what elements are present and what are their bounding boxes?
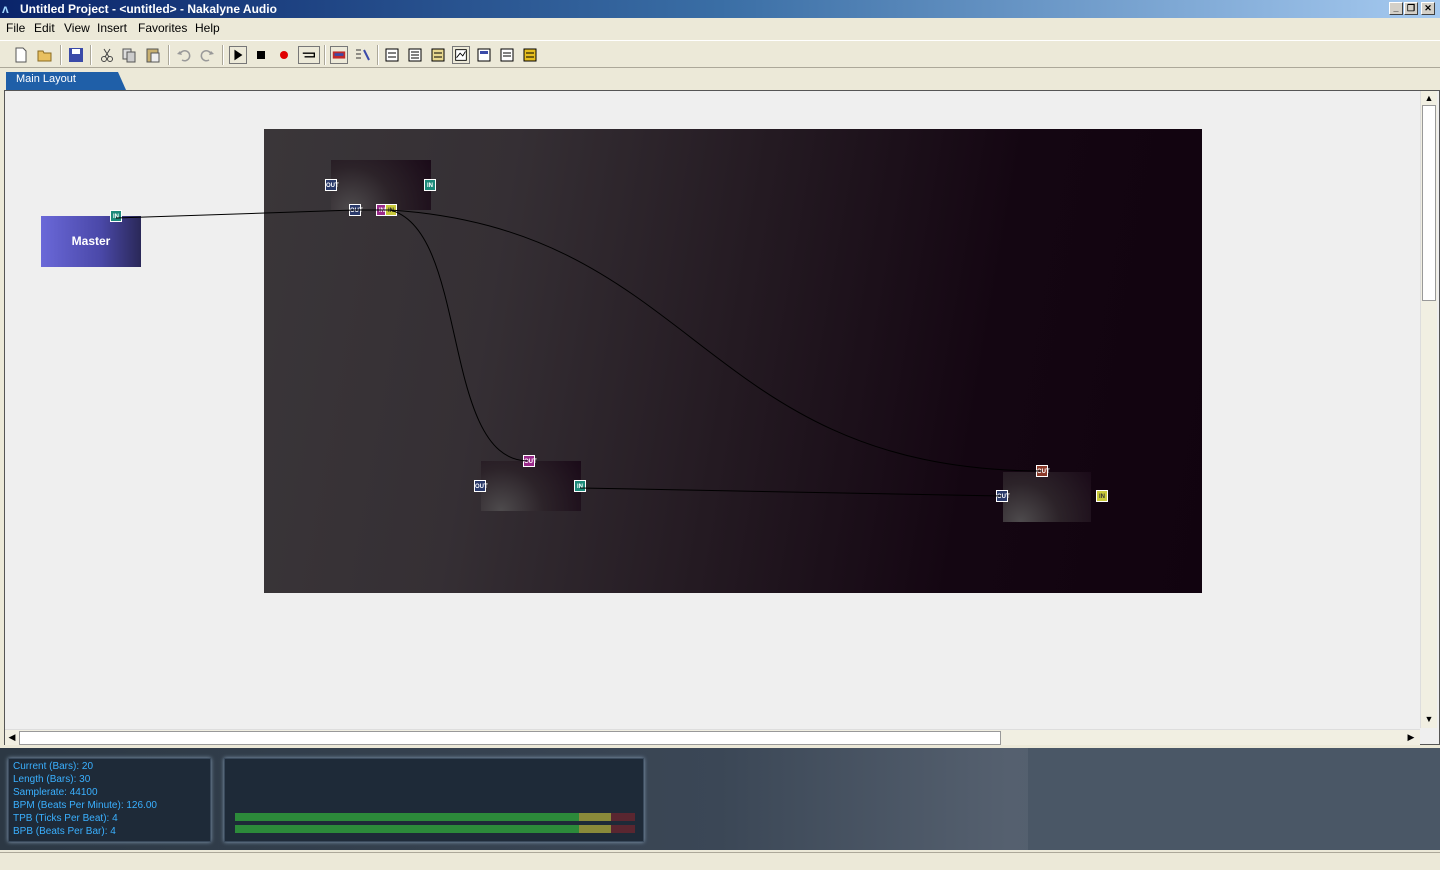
minimize-button[interactable]: _ xyxy=(1389,2,1403,15)
effect-node-1[interactable] xyxy=(331,160,431,210)
info-tpb: TPB (Ticks Per Beat): 4 xyxy=(13,813,118,824)
menu-favorites[interactable]: Favorites xyxy=(138,21,187,35)
vertical-scroll-thumb[interactable] xyxy=(1422,105,1436,301)
menu-help[interactable]: Help xyxy=(195,21,220,35)
restore-button[interactable]: ❐ xyxy=(1404,2,1418,15)
scroll-up-icon[interactable]: ▲ xyxy=(1423,92,1435,104)
window-title: Untitled Project - <untitled> - Nakalyne… xyxy=(20,2,277,16)
info-bpm: BPM (Beats Per Minute): 126.00 xyxy=(13,800,157,811)
mixer-icon[interactable] xyxy=(330,46,348,64)
node1-out-port-a[interactable]: OUT xyxy=(325,179,339,191)
close-button[interactable]: ✕ xyxy=(1421,2,1435,15)
node1-in-port-c[interactable]: IN xyxy=(385,204,397,216)
toolbar-separator xyxy=(222,45,224,65)
toolbar-separator xyxy=(377,45,379,65)
toolbar xyxy=(0,40,1440,68)
cut-icon[interactable] xyxy=(98,46,116,64)
level-meter-box xyxy=(224,758,644,842)
node1-in-port-a[interactable]: IN xyxy=(424,179,436,191)
redo-icon[interactable] xyxy=(198,46,216,64)
new-icon[interactable] xyxy=(12,46,30,64)
node2-out-port-b[interactable]: OUT xyxy=(474,480,488,492)
title-bar[interactable]: ʌ Untitled Project - <untitled> - Nakaly… xyxy=(0,0,1440,18)
horizontal-scroll-thumb[interactable] xyxy=(19,731,1001,745)
node2-out-port-a[interactable]: OUT xyxy=(523,455,537,467)
info-length: Length (Bars): 30 xyxy=(13,774,91,785)
view2-icon[interactable] xyxy=(406,46,424,64)
master-in-port[interactable]: IN xyxy=(110,210,122,222)
undo-icon[interactable] xyxy=(175,46,193,64)
view4-icon[interactable] xyxy=(452,46,470,64)
copy-icon[interactable] xyxy=(120,46,138,64)
scroll-down-icon[interactable]: ▼ xyxy=(1423,713,1435,725)
transport-panel-right xyxy=(1028,748,1440,850)
view7-icon[interactable] xyxy=(521,46,539,64)
master-node[interactable]: Master xyxy=(41,216,141,267)
menu-bar: File Edit View Insert Favorites Help xyxy=(0,19,1440,38)
record-icon[interactable] xyxy=(275,46,293,64)
view5-icon[interactable] xyxy=(475,46,493,64)
effect-node-2[interactable] xyxy=(481,461,581,511)
info-samplerate: Samplerate: 44100 xyxy=(13,787,98,798)
node2-in-port[interactable]: IN xyxy=(574,480,586,492)
menu-view[interactable]: View xyxy=(64,21,90,35)
view1-icon[interactable] xyxy=(383,46,401,64)
toolbar-separator xyxy=(168,45,170,65)
menu-edit[interactable]: Edit xyxy=(34,21,55,35)
status-bar xyxy=(0,852,1440,870)
level-meter-right xyxy=(235,825,635,833)
meter-right-green xyxy=(235,825,579,833)
node1-out-port-b[interactable]: OUT xyxy=(349,204,363,216)
level-meter-left xyxy=(235,813,635,821)
paste-icon[interactable] xyxy=(144,46,162,64)
view6-icon[interactable] xyxy=(498,46,516,64)
app-window: ʌ Untitled Project - <untitled> - Nakaly… xyxy=(0,0,1440,870)
effect-node-3[interactable] xyxy=(1003,472,1091,522)
toolbar-separator xyxy=(60,45,62,65)
toolbar-separator xyxy=(90,45,92,65)
meter-left-green xyxy=(235,813,579,821)
horizontal-scrollbar[interactable]: ◀ ▶ xyxy=(5,729,1420,745)
loop-icon[interactable] xyxy=(298,46,320,64)
info-current: Current (Bars): 20 xyxy=(13,761,94,772)
open-icon[interactable] xyxy=(36,46,54,64)
play-icon[interactable] xyxy=(229,46,247,64)
toolbar-separator xyxy=(324,45,326,65)
node3-out-port-b[interactable]: OUT xyxy=(996,490,1010,502)
project-info-box: Current (Bars): 20 Length (Bars): 30 Sam… xyxy=(8,758,211,842)
view3-icon[interactable] xyxy=(429,46,447,64)
tab-strip: Main Layout xyxy=(0,70,1440,90)
menu-insert[interactable]: Insert xyxy=(97,21,127,35)
save-icon[interactable] xyxy=(67,46,85,64)
tools-icon[interactable] xyxy=(353,46,371,64)
node3-out-port-a[interactable]: OUT xyxy=(1036,465,1050,477)
info-bpb: BPB (Beats Per Bar): 4 xyxy=(13,826,116,837)
scroll-right-icon[interactable]: ▶ xyxy=(1405,731,1417,743)
menu-file[interactable]: File xyxy=(6,21,25,35)
scroll-left-icon[interactable]: ◀ xyxy=(6,731,18,743)
vertical-scrollbar[interactable]: ▲ ▼ xyxy=(1420,91,1437,728)
stop-icon[interactable] xyxy=(252,46,270,64)
node3-in-port[interactable]: IN xyxy=(1096,490,1108,502)
app-logo-icon: ʌ xyxy=(2,2,9,16)
tab-main-layout[interactable]: Main Layout xyxy=(6,72,126,90)
